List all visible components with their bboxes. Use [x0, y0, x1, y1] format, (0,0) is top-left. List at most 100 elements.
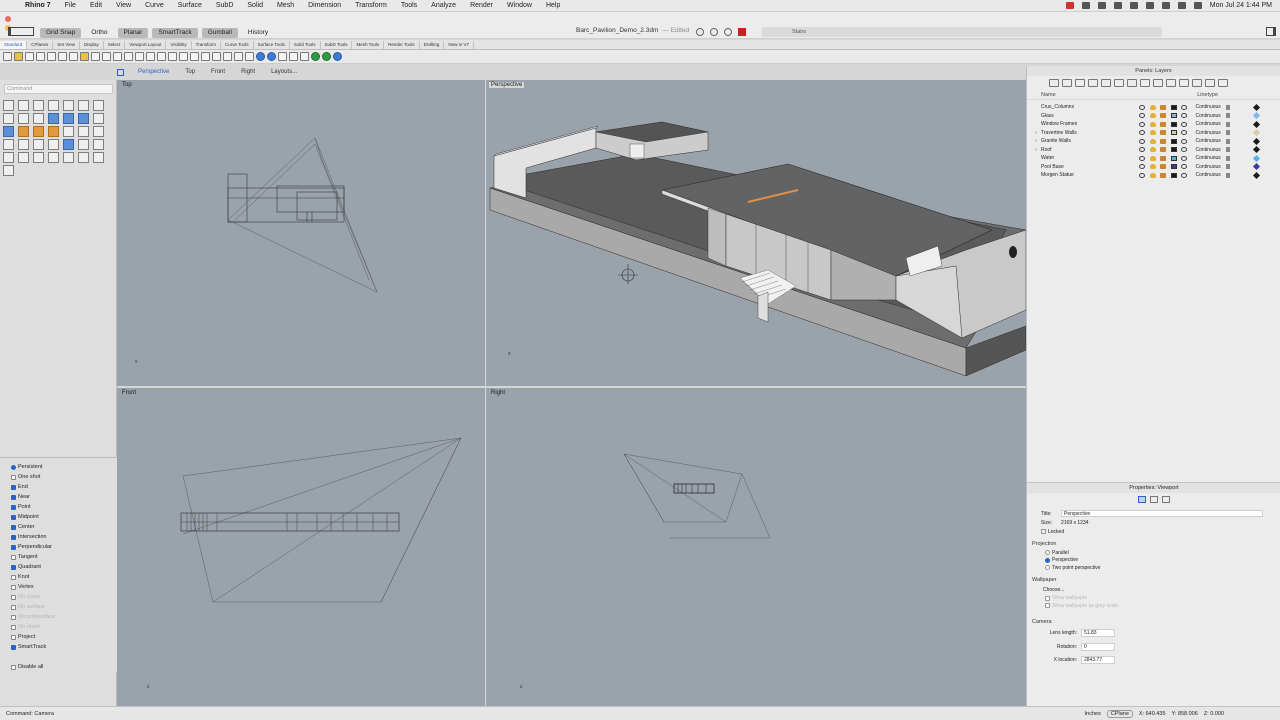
undo-icon[interactable] — [91, 52, 100, 61]
checkbox-icon[interactable] — [11, 594, 16, 600]
projection-perspective[interactable]: Perspective — [1027, 557, 1280, 565]
zoom-icon[interactable] — [124, 52, 133, 61]
checkbox-icon[interactable] — [11, 564, 16, 570]
osnap-item[interactable]: One shot — [0, 472, 117, 482]
surface-tool-icon[interactable] — [48, 113, 59, 124]
help-icon[interactable] — [333, 52, 342, 61]
material-icon[interactable] — [1181, 104, 1187, 110]
checkbox-icon[interactable] — [11, 664, 16, 670]
osnap-item[interactable]: Persistent — [0, 462, 117, 472]
menubar-clock[interactable]: Mon Jul 24 1:44 PM — [1210, 2, 1272, 9]
tab-visibility[interactable]: Visibility — [166, 40, 192, 49]
checkbox-icon[interactable] — [1045, 603, 1050, 609]
osnap-item[interactable]: Vertex — [0, 582, 117, 592]
trim-tool-icon[interactable] — [63, 126, 74, 137]
print-icon[interactable] — [36, 52, 45, 61]
layer-color-icon[interactable] — [1170, 104, 1177, 110]
checkbox-icon[interactable] — [11, 584, 16, 590]
tab-curve-tools[interactable]: Curve Tools — [221, 40, 254, 49]
locked-checkbox[interactable] — [1041, 529, 1046, 534]
mirror-tool-icon[interactable] — [78, 139, 89, 150]
chevron-icon[interactable] — [1225, 104, 1230, 110]
lock-icon[interactable] — [1179, 79, 1189, 87]
record-icon[interactable] — [1065, 2, 1074, 9]
current-layer-icon[interactable] — [1139, 147, 1145, 153]
visibility-icon[interactable] — [1149, 138, 1156, 144]
dimension-tool-icon[interactable] — [93, 139, 104, 150]
vptab-front[interactable]: Front — [205, 69, 231, 75]
osnap-item[interactable]: Quadrant — [0, 562, 117, 572]
layer-color-icon[interactable] — [1170, 138, 1177, 144]
copy-tool-icon[interactable] — [18, 139, 29, 150]
hatch-tool-icon[interactable] — [18, 152, 29, 163]
layer-color-icon[interactable] — [1170, 164, 1177, 170]
menu-transform[interactable]: Transform — [348, 2, 394, 9]
osnap-item[interactable]: On mesh — [0, 622, 117, 632]
sphere-tool-icon[interactable] — [78, 113, 89, 124]
paste-icon[interactable] — [80, 52, 89, 61]
print-color-icon[interactable] — [1252, 129, 1261, 137]
menu-help[interactable]: Help — [539, 2, 567, 9]
save-icon[interactable] — [25, 52, 34, 61]
vptab-right[interactable]: Right — [235, 69, 261, 75]
link-props-icon[interactable] — [1162, 495, 1170, 503]
filter-icon[interactable] — [1114, 79, 1124, 87]
select-icon[interactable] — [201, 52, 210, 61]
explode-tool-icon[interactable] — [48, 126, 59, 137]
osnap-item[interactable]: Knot — [0, 572, 117, 582]
radio-icon[interactable] — [1045, 557, 1050, 563]
four-view-icon[interactable] — [117, 68, 124, 76]
grid-icon[interactable] — [179, 52, 188, 61]
filter-icon[interactable] — [696, 28, 704, 36]
rectangle-tool-icon[interactable] — [3, 113, 14, 124]
viewport-perspective[interactable]: Perspective z — [486, 80, 1026, 386]
current-layer-icon[interactable] — [1139, 130, 1145, 136]
menu-mesh[interactable]: Mesh — [270, 2, 301, 9]
lock-icon[interactable] — [234, 52, 243, 61]
fillet-tool-icon[interactable] — [33, 126, 44, 137]
tab-transform[interactable]: Transform — [192, 40, 221, 49]
checkbox-icon[interactable] — [11, 544, 16, 550]
history-toggle[interactable]: History — [242, 28, 274, 38]
layer-row[interactable]: › Travertine Walls Continuous — [1027, 129, 1280, 138]
status-icon[interactable] — [1081, 2, 1090, 9]
checkbox-icon[interactable] — [11, 574, 16, 580]
import-icon[interactable] — [47, 52, 56, 61]
osnap-item[interactable]: On polysurface — [0, 612, 117, 622]
chevron-icon[interactable] — [1225, 121, 1230, 127]
visibility-icon[interactable] — [1149, 130, 1156, 136]
battery-icon[interactable] — [1161, 2, 1170, 9]
layer-linetype[interactable]: Continuous — [1196, 113, 1226, 119]
checkbox-icon[interactable] — [11, 624, 16, 630]
render-icon[interactable] — [256, 52, 265, 61]
radio-icon[interactable] — [1045, 550, 1050, 556]
analyze-tool-icon[interactable] — [33, 152, 44, 163]
print-color-icon[interactable] — [1252, 163, 1261, 171]
material-icon[interactable] — [1181, 113, 1187, 119]
close-icon[interactable] — [5, 16, 11, 22]
layer-name[interactable]: Travertine Walls — [1041, 130, 1139, 136]
osnap-item[interactable]: Midpoint — [0, 512, 117, 522]
menu-analyze[interactable]: Analyze — [424, 2, 463, 9]
material-icon[interactable] — [1181, 155, 1187, 161]
visibility-icon[interactable] — [1149, 164, 1156, 170]
layer-row[interactable]: › Roof Continuous — [1027, 146, 1280, 155]
menu-subd[interactable]: SubD — [209, 2, 241, 9]
boolean-tool-icon[interactable] — [18, 126, 29, 137]
menu-surface[interactable]: Surface — [171, 2, 209, 9]
layer-name[interactable]: Roof — [1041, 147, 1139, 153]
checkbox-icon[interactable] — [11, 604, 16, 610]
material-icon[interactable] — [1181, 172, 1187, 178]
visibility-icon[interactable] — [1149, 147, 1156, 153]
layer-row[interactable]: Crus_Columns Continuous — [1027, 103, 1280, 112]
col-name[interactable]: Name — [1041, 92, 1056, 98]
wallpaper-choose[interactable]: Choose... — [1027, 585, 1280, 595]
delete-layer-icon[interactable] — [1075, 79, 1085, 87]
tab-standard[interactable]: Standard — [0, 40, 28, 49]
layer-linetype[interactable]: Continuous — [1196, 138, 1226, 144]
layer-linetype[interactable]: Continuous — [1196, 104, 1226, 110]
lock-icon[interactable] — [1160, 121, 1166, 127]
layer-name[interactable]: Glass — [1041, 113, 1139, 119]
lock-icon[interactable] — [1160, 130, 1166, 136]
extrude-tool-icon[interactable] — [3, 126, 14, 137]
